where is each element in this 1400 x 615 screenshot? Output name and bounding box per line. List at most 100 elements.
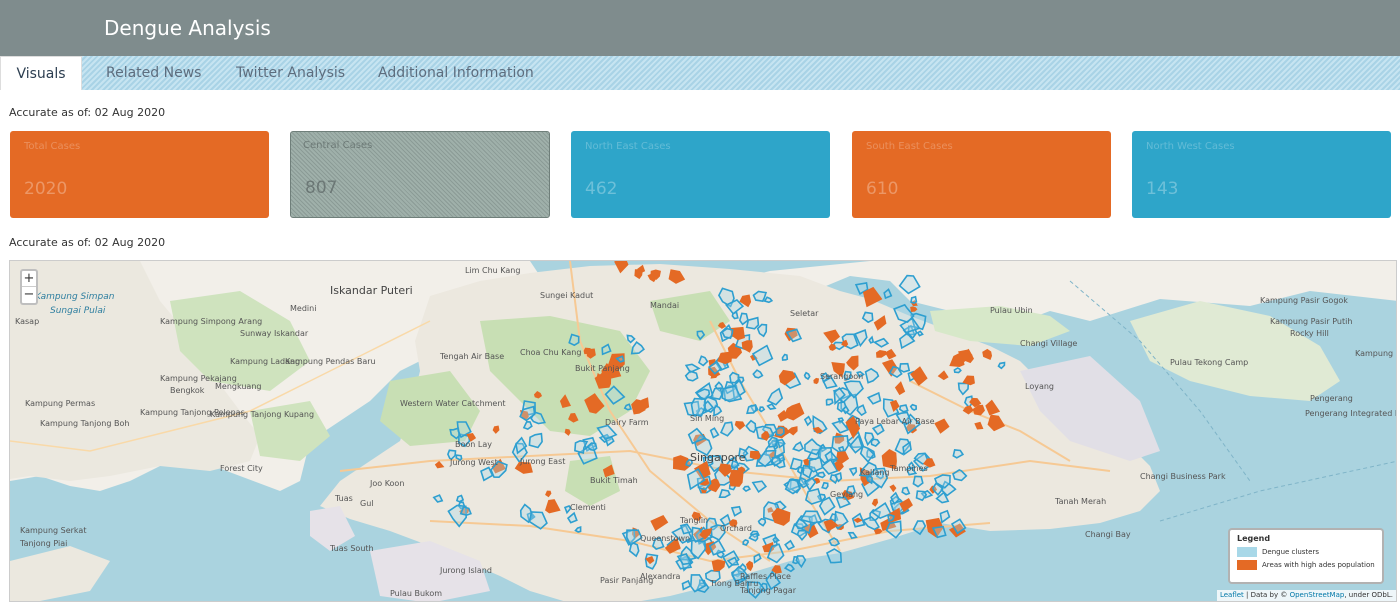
map-place-label: Orchard xyxy=(720,524,752,533)
card-label: North East Cases xyxy=(585,141,671,152)
card-value: 2020 xyxy=(24,179,68,199)
dengue-cluster-polygon[interactable] xyxy=(758,406,766,413)
map-place-label: Serangoon xyxy=(820,372,863,381)
dengue-cluster-polygon[interactable] xyxy=(953,367,962,374)
openstreetmap-link[interactable]: OpenStreetMap xyxy=(1290,591,1345,599)
map-place-label: Kallang xyxy=(860,468,890,477)
dengue-cluster-polygon[interactable] xyxy=(742,485,752,493)
dengue-cluster-polygon[interactable] xyxy=(909,403,918,411)
map-place-label: Lim Chu Kang xyxy=(465,266,520,275)
map-place-label: Sungei Kadut xyxy=(540,291,593,300)
dengue-cluster-polygon[interactable] xyxy=(887,513,895,523)
legend-title: Legend xyxy=(1237,534,1271,543)
dengue-cluster-polygon[interactable] xyxy=(837,445,845,453)
dengue-cluster-polygon[interactable] xyxy=(804,488,823,505)
high-aedes-area-polygon[interactable] xyxy=(910,306,918,313)
map-place-label: Dairy Farm xyxy=(605,418,649,427)
dengue-cluster-polygon[interactable] xyxy=(898,362,911,373)
zoom-out-button[interactable]: − xyxy=(22,287,36,303)
map-place-label: Choa Chu Kang xyxy=(520,348,581,357)
map-attribution: Leaflet | Data by © OpenStreetMap, under… xyxy=(1216,590,1396,601)
high-aedes-area-polygon[interactable] xyxy=(828,343,837,351)
map-place-label: Sin Ming xyxy=(690,414,724,423)
dengue-cluster-polygon[interactable] xyxy=(742,538,750,547)
map-place-label: Gul xyxy=(360,499,374,508)
map-legend: Legend Dengue clusters Areas with high a… xyxy=(1228,528,1384,584)
dengue-cluster-polygon[interactable] xyxy=(459,506,472,516)
dengue-cluster-polygon[interactable] xyxy=(752,290,768,303)
map-place-label: Pulau Bukom xyxy=(390,589,442,598)
north-east-cases-card: North East Cases 462 xyxy=(571,131,830,218)
dengue-map[interactable]: Lim Chu Kang Iskandar Puteri Sungei Kadut M… xyxy=(9,260,1397,602)
map-place-label: Kampung Pasir Putih xyxy=(1270,317,1352,326)
map-place-label: Alexandra xyxy=(640,572,681,581)
tab-twitter-analysis[interactable]: Twitter Analysis xyxy=(236,56,345,90)
map-place-label: Tanglin xyxy=(679,516,708,525)
tab-additional-information[interactable]: Additional Information xyxy=(378,56,534,90)
map-place-label: Jurong East xyxy=(519,457,565,466)
dengue-cluster-polygon[interactable] xyxy=(783,563,796,573)
map-place-label: Jurong Island xyxy=(439,566,492,575)
map-place-label: Joo Koon xyxy=(369,479,404,488)
map-place-label: Tengah Air Base xyxy=(439,352,504,361)
map-place-label: Pulau Ubin xyxy=(990,306,1033,315)
map-place-label: Queenstown xyxy=(640,534,690,543)
dengue-cluster-polygon[interactable] xyxy=(795,555,807,569)
dengue-cluster-polygon[interactable] xyxy=(803,371,811,381)
dengue-cluster-polygon[interactable] xyxy=(623,403,633,411)
zoom-control: + − xyxy=(20,269,38,305)
central-cases-card: Central Cases 807 xyxy=(290,131,550,218)
map-place-label: Kampung Lepau xyxy=(1355,349,1397,358)
leaflet-link[interactable]: Leaflet xyxy=(1220,591,1244,599)
dengue-cluster-polygon[interactable] xyxy=(745,316,760,330)
map-tiles: Lim Chu Kang Iskandar Puteri Sungei Kadut M… xyxy=(10,261,1397,601)
dengue-cluster-polygon[interactable] xyxy=(568,333,580,347)
card-label: Central Cases xyxy=(303,140,373,151)
map-place-label: Medini xyxy=(290,304,316,313)
high-aedes-area-polygon[interactable] xyxy=(749,450,762,460)
legend-label: Areas with high ades population xyxy=(1262,561,1375,569)
map-place-label: Seletar xyxy=(790,309,819,318)
dengue-cluster-polygon[interactable] xyxy=(718,488,731,498)
dengue-cluster-polygon[interactable] xyxy=(825,398,834,406)
dengue-cluster-polygon[interactable] xyxy=(455,494,465,503)
card-value: 462 xyxy=(585,179,618,199)
dengue-cluster-polygon[interactable] xyxy=(816,471,826,479)
high-aedes-area-polygon[interactable] xyxy=(813,377,820,385)
dengue-cluster-polygon[interactable] xyxy=(910,295,918,304)
dengue-cluster-polygon[interactable] xyxy=(912,475,924,488)
map-place-label: Bukit Panjang xyxy=(575,364,630,373)
map-place-label: Changi Business Park xyxy=(1140,472,1226,481)
map-place-label: Kasap xyxy=(15,317,39,326)
map-place-label: Raffles Place xyxy=(740,572,791,581)
high-aedes-area-polygon[interactable] xyxy=(728,469,744,487)
map-place-label: Iskandar Puteri xyxy=(330,284,413,297)
dengue-cluster-polygon[interactable] xyxy=(781,353,789,361)
card-label: North West Cases xyxy=(1146,141,1235,152)
zoom-in-button[interactable]: + xyxy=(22,271,36,287)
map-place-label: Changi Bay xyxy=(1085,530,1131,539)
tab-related-news[interactable]: Related News xyxy=(106,56,201,90)
dengue-cluster-polygon[interactable] xyxy=(721,327,734,340)
map-place-label: Tuas xyxy=(334,494,353,503)
dengue-cluster-polygon[interactable] xyxy=(746,404,757,415)
card-label: Total Cases xyxy=(24,141,81,152)
dengue-cluster-polygon[interactable] xyxy=(825,548,843,564)
map-place-label: Kampung Tanjong Kupang xyxy=(210,410,314,419)
map-place-label: Kampung Permas xyxy=(25,399,95,408)
map-place-label: Forest City xyxy=(220,464,263,473)
dengue-cluster-polygon[interactable] xyxy=(898,404,909,413)
legend-swatch-orange xyxy=(1237,560,1257,570)
dengue-cluster-polygon[interactable] xyxy=(821,481,829,490)
dengue-cluster-polygon[interactable] xyxy=(883,288,893,300)
map-place-label: Loyang xyxy=(1025,382,1054,391)
legend-swatch-blue xyxy=(1237,547,1257,557)
map-place-label: Tanjong Pagar xyxy=(739,586,797,595)
map-place-label: Bengkok xyxy=(170,386,205,395)
tab-visuals[interactable]: Visuals xyxy=(0,56,82,90)
south-east-cases-card: South East Cases 610 xyxy=(852,131,1111,218)
dengue-cluster-polygon[interactable] xyxy=(775,426,785,437)
card-value: 610 xyxy=(866,179,899,199)
map-place-label: Mandai xyxy=(650,301,679,310)
map-place-label: Sunway Iskandar xyxy=(240,329,309,338)
